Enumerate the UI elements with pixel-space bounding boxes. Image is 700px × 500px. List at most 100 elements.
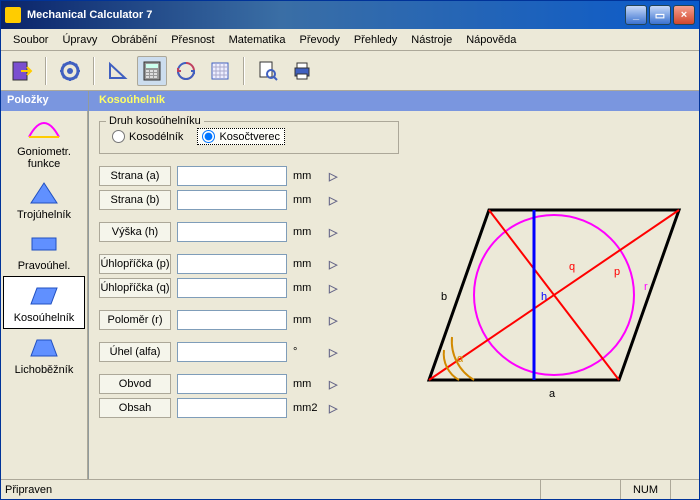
window-controls: _ ▭ × (625, 5, 695, 25)
field-obvod: Obvod mm ▷ (99, 374, 399, 394)
unit-mm: mm (293, 170, 323, 182)
menu-prehledy[interactable]: Přehledy (348, 32, 403, 48)
label-uhlop-q[interactable]: Úhlopříčka (q) (99, 278, 171, 298)
expand-icon[interactable]: ▷ (329, 170, 337, 183)
field-uhlop-q: Úhlopříčka (q) mm ▷ (99, 278, 399, 298)
unit-mm: mm (293, 314, 323, 326)
toolbar-triangle-button[interactable] (103, 56, 133, 86)
expand-icon[interactable]: ▷ (329, 314, 337, 327)
sidebar-item-label: Kosoúhelník (4, 312, 84, 324)
sidebar-item-lichobeznik[interactable]: Lichoběžník (1, 329, 87, 380)
expand-icon[interactable]: ▷ (329, 378, 337, 391)
unit-mm: mm (293, 378, 323, 390)
goniometr-icon (27, 117, 61, 143)
form-column: Druh kosoúhelníku Kosodélník Kosočtverec… (99, 121, 399, 469)
label-vyska-h[interactable]: Výška (h) (99, 222, 171, 242)
input-uhlop-q[interactable] (177, 278, 287, 298)
toolbar-preview-button[interactable] (253, 56, 283, 86)
close-button[interactable]: × (673, 5, 695, 25)
input-uhel-alfa[interactable] (177, 342, 287, 362)
input-polomer-r[interactable] (177, 310, 287, 330)
sidebar-item-pravouhel[interactable]: Pravoúhel. (1, 225, 87, 276)
menu-soubor[interactable]: Soubor (7, 32, 54, 48)
field-polomer-r: Poloměr (r) mm ▷ (99, 310, 399, 330)
input-obsah[interactable] (177, 398, 287, 418)
toolbar-settings-button[interactable] (55, 56, 85, 86)
menu-napoveda[interactable]: Nápověda (460, 32, 522, 48)
parallelogram-icon (27, 283, 61, 309)
label-obvod[interactable]: Obvod (99, 374, 171, 394)
input-obvod[interactable] (177, 374, 287, 394)
unit-mm: mm (293, 258, 323, 270)
sidebar-item-trojuhelnik[interactable]: Trojúhelník (1, 174, 87, 225)
toolbar (1, 51, 699, 91)
menu-prevody[interactable]: Převody (293, 32, 345, 48)
window-title: Mechanical Calculator 7 (27, 9, 625, 21)
label-obsah[interactable]: Obsah (99, 398, 171, 418)
toolbar-calculator-button[interactable] (137, 56, 167, 86)
app-icon (5, 7, 21, 23)
field-strana-b: Strana (b) mm ▷ (99, 190, 399, 210)
menu-nastroje[interactable]: Nástroje (405, 32, 458, 48)
maximize-button[interactable]: ▭ (649, 5, 671, 25)
sidebar: Položky Goniometr. funkce Trojúhelník Pr… (1, 91, 89, 479)
rhombus-diagram: a b h p q r α (419, 190, 689, 400)
rectangle-icon (27, 231, 61, 257)
menubar: Soubor Úpravy Obrábění Přesnost Matemati… (1, 29, 699, 51)
toolbar-refresh-button[interactable] (171, 56, 201, 86)
field-vyska-h: Výška (h) mm ▷ (99, 222, 399, 242)
sidebar-item-label: Goniometr. funkce (1, 146, 87, 170)
radio-kosodelnik[interactable]: Kosodélník (108, 128, 187, 145)
toolbar-grid-button[interactable] (205, 56, 235, 86)
svg-text:q: q (569, 261, 575, 273)
svg-text:r: r (644, 281, 648, 293)
label-strana-a[interactable]: Strana (a) (99, 166, 171, 186)
svg-text:h: h (541, 291, 547, 303)
svg-text:α: α (457, 353, 464, 365)
titlebar: Mechanical Calculator 7 _ ▭ × (1, 1, 699, 29)
sidebar-item-label: Trojúhelník (1, 209, 87, 221)
input-strana-b[interactable] (177, 190, 287, 210)
sidebar-item-label: Lichoběžník (1, 364, 87, 376)
input-strana-a[interactable] (177, 166, 287, 186)
input-vyska-h[interactable] (177, 222, 287, 242)
sidebar-item-label: Pravoúhel. (1, 260, 87, 272)
svg-text:p: p (614, 266, 620, 278)
groupbox-title: Druh kosoúhelníku (106, 115, 204, 127)
menu-upravy[interactable]: Úpravy (56, 32, 103, 48)
statusbar: Připraven NUM (1, 479, 699, 499)
label-uhlop-p[interactable]: Úhlopříčka (p) (99, 254, 171, 274)
groupbox-druh: Druh kosoúhelníku Kosodélník Kosočtverec (99, 121, 399, 154)
svg-text:b: b (441, 291, 447, 303)
menu-presnost[interactable]: Přesnost (165, 32, 220, 48)
expand-icon[interactable]: ▷ (329, 402, 337, 415)
unit-mm: mm (293, 282, 323, 294)
sidebar-item-kosouhelnik[interactable]: Kosoúhelník (3, 276, 85, 329)
status-num: NUM (620, 480, 670, 499)
toolbar-print-button[interactable] (287, 56, 317, 86)
field-strana-a: Strana (a) mm ▷ (99, 166, 399, 186)
unit-mm2: mm2 (293, 402, 323, 414)
menu-obrabeni[interactable]: Obrábění (105, 32, 163, 48)
expand-icon[interactable]: ▷ (329, 346, 337, 359)
expand-icon[interactable]: ▷ (329, 226, 337, 239)
radio-kosoctverec[interactable]: Kosočtverec (197, 128, 285, 145)
diagram: a b h p q r α (419, 121, 689, 469)
label-polomer-r[interactable]: Poloměr (r) (99, 310, 171, 330)
input-uhlop-p[interactable] (177, 254, 287, 274)
expand-icon[interactable]: ▷ (329, 258, 337, 271)
field-uhel-alfa: Úhel (alfa) ° ▷ (99, 342, 399, 362)
label-strana-b[interactable]: Strana (b) (99, 190, 171, 210)
expand-icon[interactable]: ▷ (329, 194, 337, 207)
unit-deg: ° (293, 346, 323, 358)
svg-text:a: a (549, 388, 556, 400)
menu-matematika[interactable]: Matematika (223, 32, 292, 48)
minimize-button[interactable]: _ (625, 5, 647, 25)
label-uhel-alfa[interactable]: Úhel (alfa) (99, 342, 171, 362)
triangle-icon (27, 180, 61, 206)
unit-mm: mm (293, 226, 323, 238)
sidebar-item-goniometr[interactable]: Goniometr. funkce (1, 111, 87, 174)
unit-mm: mm (293, 194, 323, 206)
toolbar-exit-button[interactable] (7, 56, 37, 86)
expand-icon[interactable]: ▷ (329, 282, 337, 295)
